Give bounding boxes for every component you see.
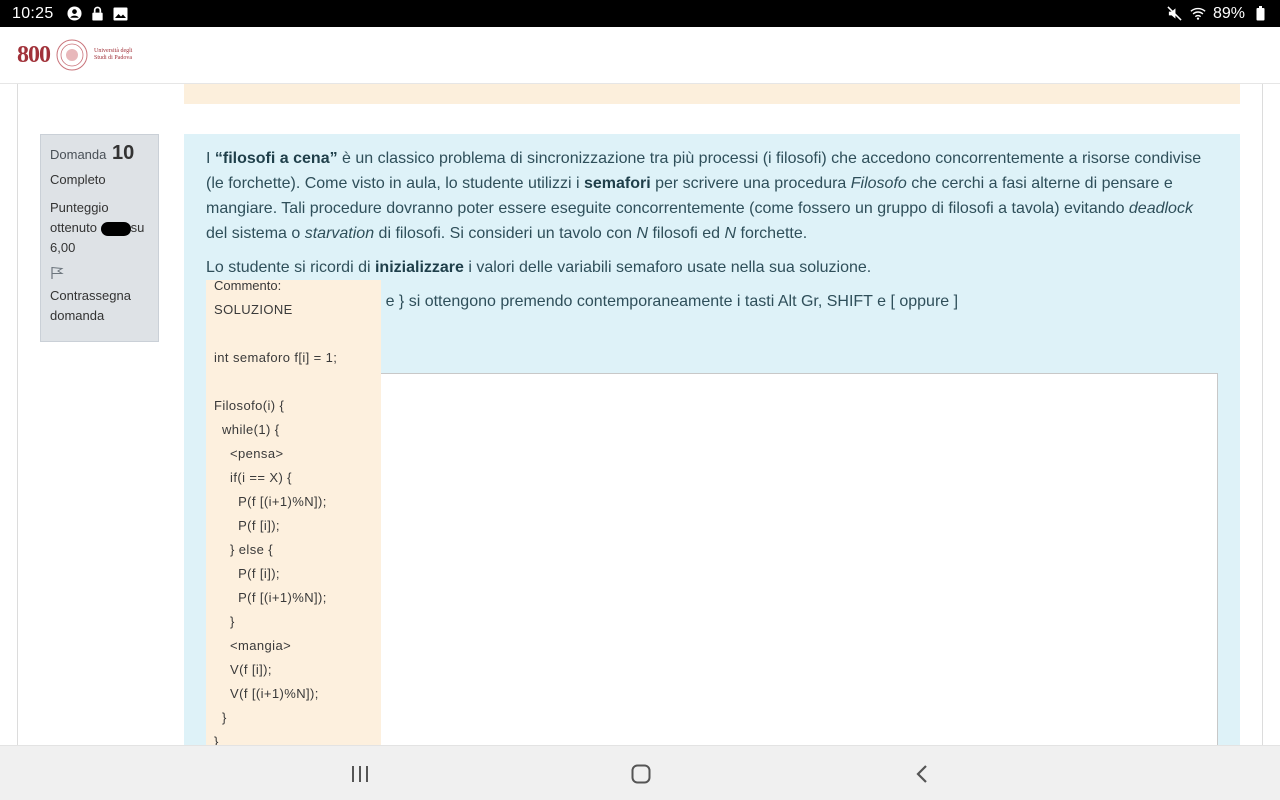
code-line: P(f [i]); — [214, 518, 280, 533]
flag-icon[interactable] — [50, 266, 64, 280]
code-line: } — [214, 614, 235, 629]
code-line: int semaforo f[i] = 1; — [214, 350, 338, 365]
code-line: <pensa> — [214, 446, 284, 461]
grade-prefix: Punteggio ottenuto — [50, 200, 109, 235]
code-line: V(f [i]); — [214, 662, 272, 677]
status-bar: 10:25 89% — [0, 0, 1280, 27]
seal-icon — [56, 39, 88, 71]
question-label: Domanda — [50, 147, 107, 162]
grade-suffix: su — [130, 220, 145, 235]
question-number-value: 10 — [112, 142, 135, 164]
account-circle-icon — [67, 6, 83, 22]
code-line: SOLUZIONE — [214, 302, 293, 317]
battery-icon — [1252, 6, 1268, 22]
code-line: if(i == X) { — [214, 470, 292, 485]
comment-box: Commento: SOLUZIONE int semaforo f[i] = … — [206, 278, 381, 750]
question-grade: Punteggio ottenuto su 6,00 — [50, 198, 149, 258]
status-left: 10:25 — [12, 5, 129, 23]
comment-title: Commento: — [214, 278, 282, 293]
mute-icon — [1167, 6, 1183, 22]
previous-question-strip — [184, 84, 1240, 104]
code-line: } else { — [214, 542, 274, 557]
back-icon[interactable] — [910, 762, 934, 786]
code-line: while(1) { — [214, 422, 280, 437]
lock-icon — [90, 6, 106, 22]
code-line: } — [214, 710, 227, 725]
question-paragraph-1: I “filosofi a cena” è un classico proble… — [206, 150, 1202, 242]
question-paragraph-2: Lo studente si ricordi di inizializzare … — [206, 259, 872, 276]
site-header: 800 Università degli Studi di Padova — [0, 27, 1280, 84]
flag-question-link[interactable]: Contrassegna domanda — [50, 286, 149, 326]
image-icon — [113, 6, 129, 22]
code-line: Filosofo(i) { — [214, 398, 285, 413]
status-right: 89% — [1167, 5, 1268, 23]
redacted-score — [100, 221, 131, 236]
code-line: P(f [i]); — [214, 566, 280, 581]
grade-max: 6,00 — [50, 240, 76, 255]
logo-text: Università degli Studi di Padova — [94, 48, 133, 61]
logo-800: 800 — [17, 41, 51, 68]
question-number: Domanda 10 — [50, 143, 149, 165]
code-line: V(f [(i+1)%N]); — [214, 686, 319, 701]
question-info-panel: Domanda 10 Completo Punteggio ottenuto s… — [40, 134, 159, 342]
university-logo[interactable]: 800 Università degli Studi di Padova — [17, 39, 134, 71]
navigation-bar — [0, 745, 1280, 800]
recent-apps-icon[interactable] — [348, 762, 372, 786]
battery-level: 89% — [1212, 4, 1245, 22]
status-time: 10:25 — [12, 4, 54, 22]
question-state: Completo — [50, 172, 106, 187]
home-icon[interactable] — [629, 762, 653, 786]
code-line: <mangia> — [214, 638, 292, 653]
wifi-icon — [1190, 6, 1206, 22]
code-line: P(f [(i+1)%N]); — [214, 494, 327, 509]
code-line: P(f [(i+1)%N]); — [214, 590, 327, 605]
